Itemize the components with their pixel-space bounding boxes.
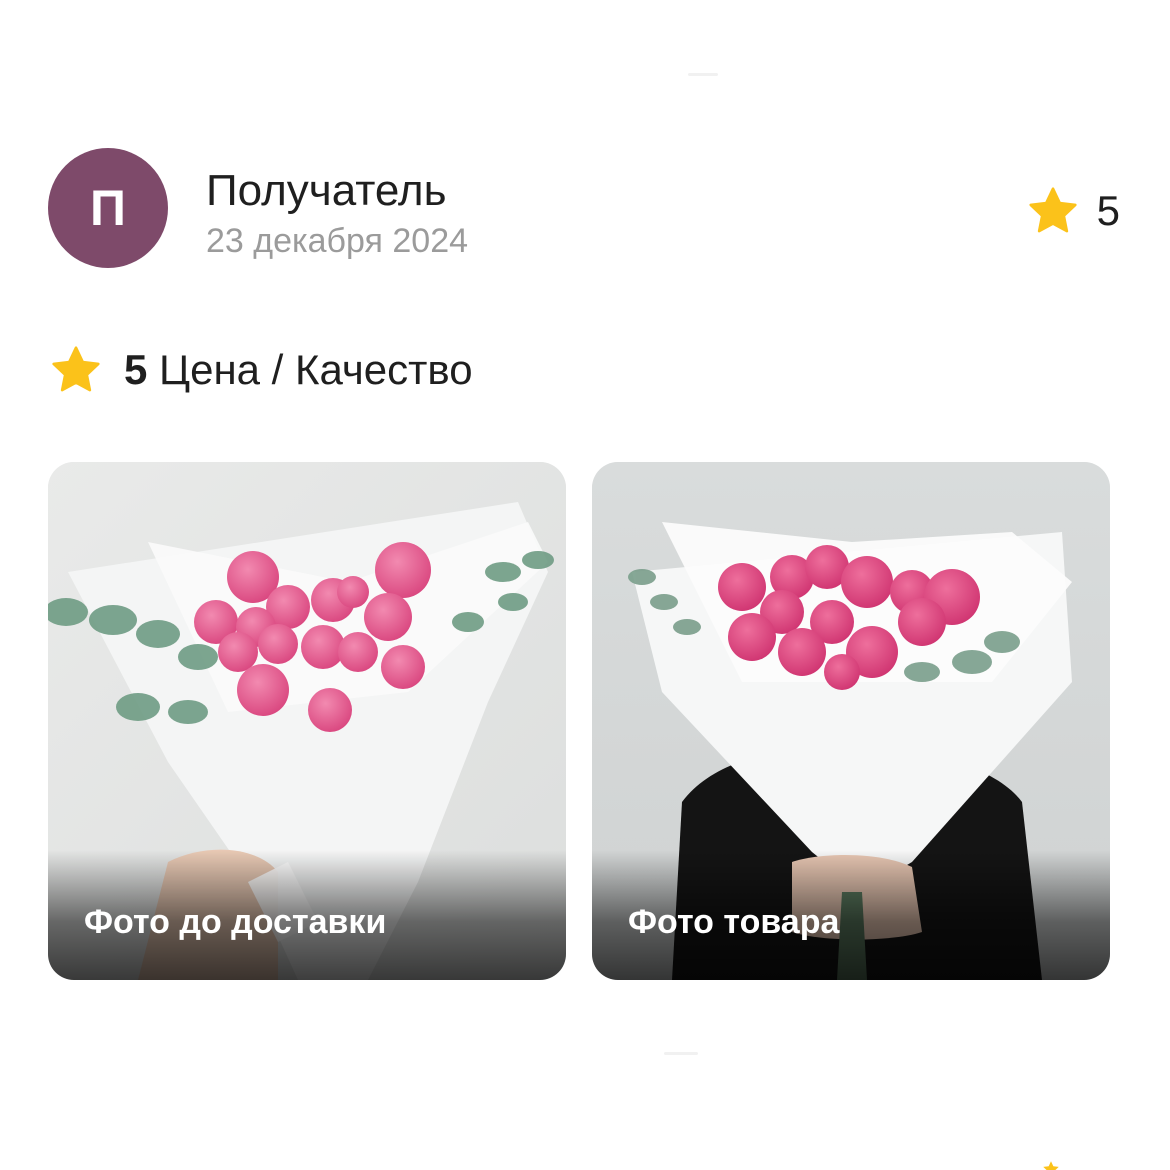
- rating-value: 5: [1096, 187, 1120, 234]
- star-icon: [1042, 1160, 1060, 1170]
- avatar[interactable]: П: [48, 148, 168, 268]
- photo-product[interactable]: Фото товара: [592, 462, 1110, 980]
- star-icon: [50, 345, 102, 395]
- author-name: Получатель: [206, 166, 447, 215]
- aspect-text: 5 Цена / Качество: [124, 346, 473, 394]
- divider: [664, 1052, 698, 1055]
- divider: [688, 73, 718, 76]
- review-screen: П Получатель 23 декабря 2024 5 5 Цена / …: [0, 0, 1170, 1170]
- aspect-label: Цена / Качество: [159, 346, 473, 393]
- photo-before-delivery[interactable]: Фото до доставки: [48, 462, 566, 980]
- review-date: 23 декабря 2024: [206, 222, 469, 260]
- star-icon: [1027, 186, 1079, 236]
- overall-rating: 5: [1027, 186, 1120, 236]
- photo-caption: Фото до доставки: [84, 903, 387, 941]
- aspect-score: 5: [124, 346, 148, 393]
- photo-caption: Фото товара: [628, 903, 840, 941]
- review-header: П Получатель 23 декабря 2024 5: [48, 148, 1128, 270]
- aspect-rating: 5 Цена / Качество: [50, 345, 473, 395]
